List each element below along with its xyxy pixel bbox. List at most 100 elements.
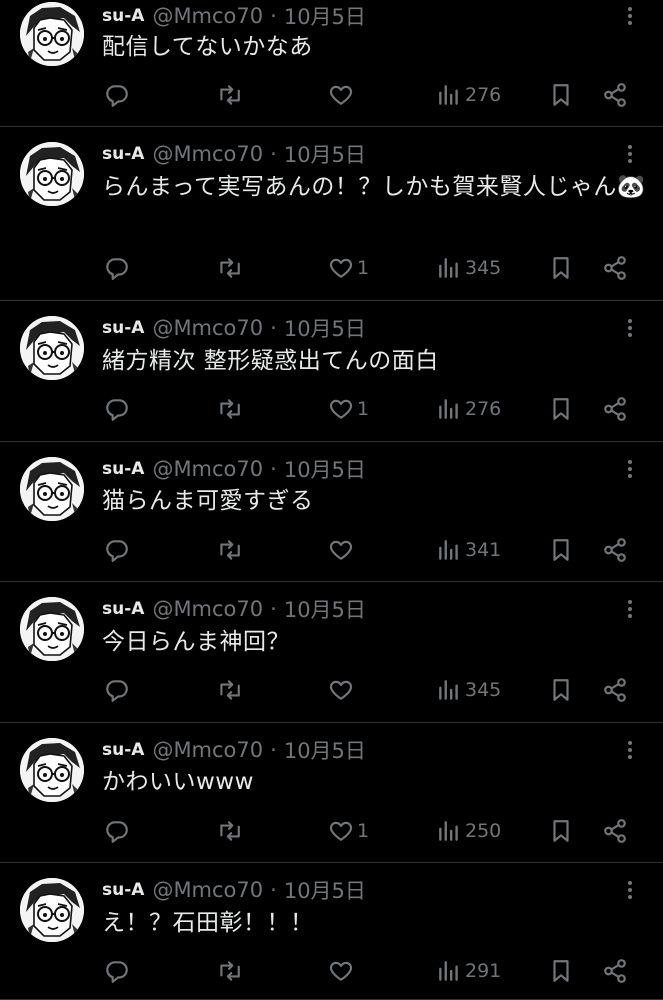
tweet[interactable]: su-A @Mmco70 · 10月5日 配信してないかなあ 276 (0, 0, 663, 127)
more-dot (628, 895, 632, 899)
author-handle[interactable]: @Mmco70 (152, 316, 263, 340)
tweet[interactable]: su-A @Mmco70 · 10月5日 かわいいwww 1 250 (0, 723, 663, 863)
share-button[interactable] (602, 956, 628, 986)
views-button[interactable]: 345 (436, 675, 501, 705)
author-name[interactable]: su-A (102, 880, 144, 900)
tweet-date[interactable]: 10月5日 (284, 313, 366, 343)
views-button[interactable]: 345 (436, 253, 501, 283)
share-button[interactable] (602, 535, 628, 565)
author-handle[interactable]: @Mmco70 (152, 738, 263, 762)
retweet-button[interactable] (216, 535, 242, 565)
avatar[interactable] (20, 142, 84, 206)
reply-button[interactable] (104, 253, 130, 283)
more-icon[interactable] (620, 456, 640, 482)
author-name[interactable]: su-A (102, 599, 144, 619)
avatar-manga-glasses (20, 316, 84, 380)
views-button[interactable]: 276 (436, 80, 501, 110)
retweet-button[interactable] (216, 80, 242, 110)
share-button[interactable] (602, 80, 628, 110)
avatar[interactable] (20, 878, 84, 942)
like-button[interactable]: 1 (328, 253, 369, 283)
more-dot (628, 467, 632, 471)
tweet-date[interactable]: 10月5日 (284, 594, 366, 624)
like-button[interactable]: 1 (328, 816, 369, 846)
author-handle[interactable]: @Mmco70 (152, 597, 263, 621)
tweet[interactable]: su-A @Mmco70 · 10月5日 緒方精次 整形疑惑出てんの面白 1 276 (0, 301, 663, 442)
more-dot (628, 152, 632, 156)
views-button[interactable]: 291 (436, 956, 501, 986)
bookmark-button[interactable] (548, 535, 574, 565)
author-name[interactable]: su-A (102, 6, 144, 26)
like-button[interactable] (328, 956, 357, 986)
more-icon[interactable] (620, 315, 640, 341)
bookmark-button[interactable] (548, 253, 574, 283)
retweet-button[interactable] (216, 394, 242, 424)
reply-button[interactable] (104, 535, 130, 565)
bookmark-icon (553, 820, 569, 842)
more-icon[interactable] (620, 3, 640, 29)
separator: · (270, 316, 277, 340)
avatar[interactable] (20, 738, 84, 802)
reply-button[interactable] (104, 816, 130, 846)
share-button[interactable] (602, 675, 628, 705)
tweet-date[interactable]: 10月5日 (284, 454, 366, 484)
more-dot (628, 748, 632, 752)
avatar[interactable] (20, 597, 84, 661)
like-button[interactable] (328, 80, 357, 110)
retweet-button[interactable] (216, 675, 242, 705)
bookmark-button[interactable] (548, 956, 574, 986)
retweet-button[interactable] (216, 956, 242, 986)
views-button[interactable]: 276 (436, 394, 501, 424)
author-name[interactable]: su-A (102, 318, 144, 338)
bookmark-button[interactable] (548, 675, 574, 705)
reply-button[interactable] (104, 80, 130, 110)
bookmark-button[interactable] (548, 394, 574, 424)
tweet[interactable]: su-A @Mmco70 · 10月5日 今日らんま神回？ 345 (0, 582, 663, 723)
tweet-text: 猫らんま可愛すぎる (102, 488, 314, 514)
tweet-date[interactable]: 10月5日 (284, 875, 366, 905)
tweet-date[interactable]: 10月5日 (284, 1, 366, 31)
author-name[interactable]: su-A (102, 740, 144, 760)
more-icon[interactable] (620, 737, 640, 763)
views-icon (439, 961, 458, 981)
author-handle[interactable]: @Mmco70 (152, 142, 263, 166)
tweet[interactable]: su-A @Mmco70 · 10月5日 猫らんま可愛すぎる 341 (0, 442, 663, 582)
share-icon (604, 538, 626, 562)
tweet-date[interactable]: 10月5日 (284, 139, 366, 169)
view-count: 250 (465, 820, 502, 842)
reply-button[interactable] (104, 675, 130, 705)
author-name[interactable]: su-A (102, 459, 144, 479)
tweet[interactable]: su-A @Mmco70 · 10月5日 らんまって実写あんの！？しかも賀来賢人じゃん🐼… (0, 127, 663, 301)
tweet[interactable]: su-A @Mmco70 · 10月5日 え！？石田彰！！！ 291 (0, 863, 663, 1000)
avatar-manga-glasses (20, 2, 84, 66)
share-button[interactable] (602, 394, 628, 424)
reply-button[interactable] (104, 394, 130, 424)
tweet-date[interactable]: 10月5日 (284, 735, 366, 765)
tweet-header: su-A @Mmco70 · 10月5日 (102, 737, 366, 763)
retweet-button[interactable] (216, 253, 242, 283)
author-name[interactable]: su-A (102, 144, 144, 164)
author-handle[interactable]: @Mmco70 (152, 878, 263, 902)
views-button[interactable]: 250 (436, 816, 501, 846)
retweet-button[interactable] (216, 816, 242, 846)
retweet-icon (220, 680, 240, 700)
views-icon (439, 821, 458, 841)
more-icon[interactable] (620, 141, 640, 167)
share-button[interactable] (602, 816, 628, 846)
author-handle[interactable]: @Mmco70 (152, 457, 263, 481)
bookmark-button[interactable] (548, 80, 574, 110)
like-button[interactable] (328, 675, 357, 705)
like-button[interactable] (328, 535, 357, 565)
views-button[interactable]: 341 (436, 535, 501, 565)
views-icon (439, 258, 458, 278)
author-handle[interactable]: @Mmco70 (152, 4, 263, 28)
avatar[interactable] (20, 457, 84, 521)
reply-button[interactable] (104, 956, 130, 986)
share-button[interactable] (602, 253, 628, 283)
like-button[interactable]: 1 (328, 394, 369, 424)
more-icon[interactable] (620, 877, 640, 903)
bookmark-button[interactable] (548, 816, 574, 846)
more-icon[interactable] (620, 596, 640, 622)
avatar[interactable] (20, 2, 84, 66)
avatar[interactable] (20, 316, 84, 380)
